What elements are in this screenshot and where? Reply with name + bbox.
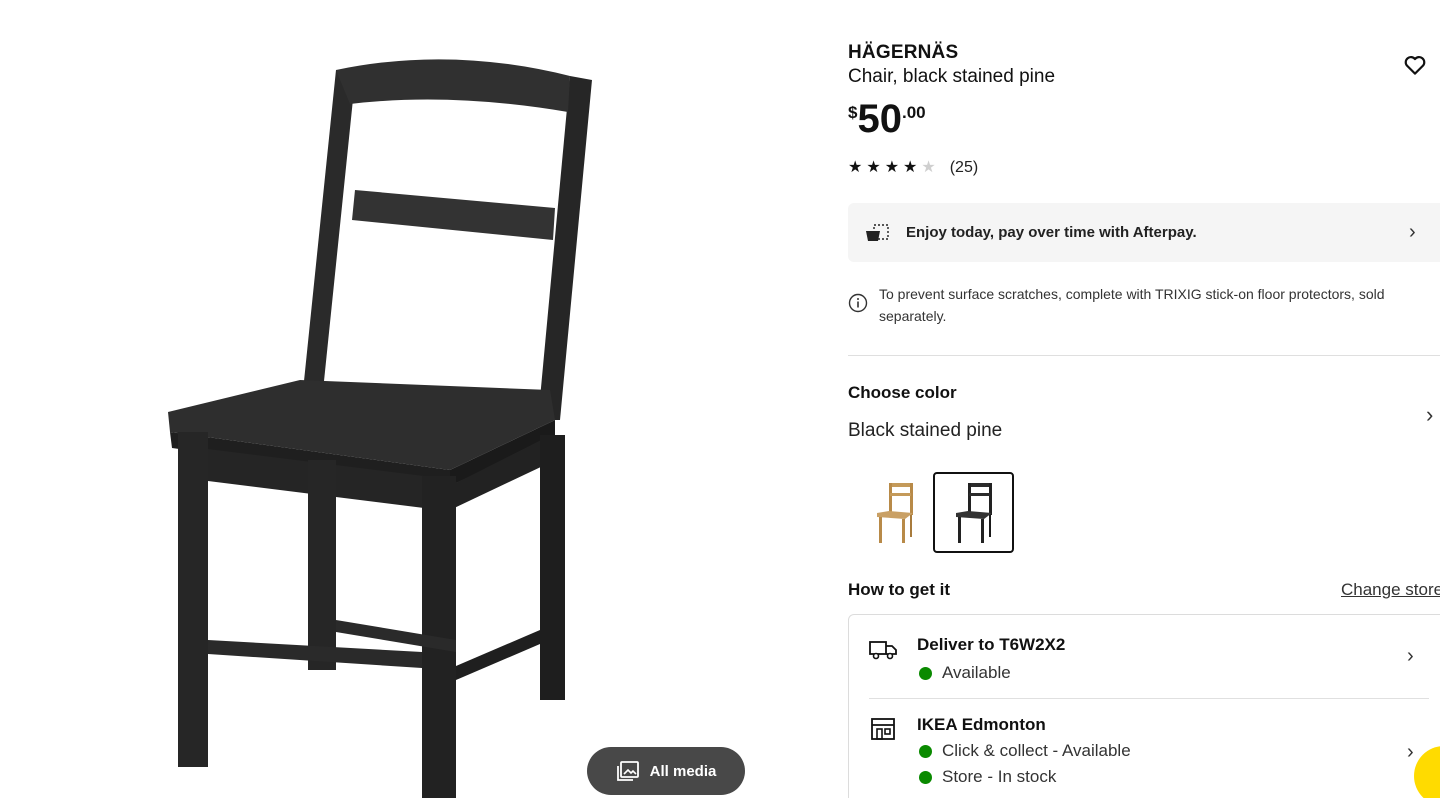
click-collect-text: Click & collect - Available xyxy=(942,741,1131,760)
star-icon: ★ xyxy=(903,159,918,176)
notice-text: To prevent surface scratches, complete w… xyxy=(879,286,1385,324)
image-gallery-icon xyxy=(616,761,639,781)
product-image-chair[interactable] xyxy=(150,40,620,798)
price: $ 50 .00 xyxy=(848,97,926,139)
chair-thumbnail xyxy=(876,482,913,543)
favorite-button[interactable] xyxy=(1402,52,1428,78)
star-icon: ★ xyxy=(866,159,881,176)
afterpay-icon xyxy=(866,223,889,241)
chevron-right-icon[interactable]: › xyxy=(1426,402,1433,428)
store-icon xyxy=(871,718,895,740)
heart-icon xyxy=(1404,56,1426,75)
chair-thumbnail xyxy=(955,482,992,543)
how-to-get-it-title: How to get it xyxy=(848,580,950,599)
afterpay-text: Enjoy today, pay over time with Afterpay… xyxy=(906,224,1197,241)
status-dot xyxy=(919,666,932,680)
color-swatch-pine[interactable] xyxy=(854,472,935,553)
color-swatch-black-stained-pine[interactable] xyxy=(933,472,1014,553)
delivery-status: Available xyxy=(919,663,1011,683)
store-stock-status: Store - In stock xyxy=(919,767,1056,787)
status-dot xyxy=(919,770,932,784)
product-name: HÄGERNÄS xyxy=(848,42,959,63)
product-description: Chair, black stained pine xyxy=(848,66,1056,87)
afterpay-banner[interactable]: Enjoy today, pay over time with Afterpay… xyxy=(848,203,1440,262)
fulfillment-box: Deliver to T6W2X2 Available › IKEA Edmon… xyxy=(848,614,1440,798)
change-store-link[interactable]: Change store xyxy=(1341,580,1440,600)
delivery-status-text: Available xyxy=(942,663,1011,682)
selected-color: Black stained pine xyxy=(848,420,1003,441)
chevron-right-icon: › xyxy=(1409,221,1416,243)
chevron-right-icon: › xyxy=(1407,741,1414,763)
rating[interactable]: ★ ★ ★ ★ ★ (25) xyxy=(848,159,978,177)
info-icon xyxy=(848,293,868,313)
divider xyxy=(869,698,1429,699)
star-icon: ★ xyxy=(848,159,863,176)
click-collect-status: Click & collect - Available xyxy=(919,741,1131,761)
choose-color-title: Choose color xyxy=(848,383,957,402)
all-media-label: All media xyxy=(649,762,717,780)
floor-protector-notice: To prevent surface scratches, complete w… xyxy=(848,283,1440,327)
store-title: IKEA Edmonton xyxy=(917,715,1046,734)
chevron-right-icon: › xyxy=(1407,645,1414,667)
product-media: All media xyxy=(0,0,800,798)
star-icon: ★ xyxy=(884,159,900,176)
truck-icon xyxy=(869,641,897,660)
price-integer: 50 xyxy=(857,97,902,141)
price-currency: $ xyxy=(848,103,858,122)
review-count: (25) xyxy=(949,159,979,176)
delivery-title: Deliver to T6W2X2 xyxy=(917,635,1066,654)
price-decimal: .00 xyxy=(901,103,926,122)
all-media-button[interactable]: All media xyxy=(587,747,745,795)
store-stock-text: Store - In stock xyxy=(942,767,1057,786)
product-info-panel: HÄGERNÄS Chair, black stained pine $ 50 … xyxy=(848,0,1440,798)
divider xyxy=(848,355,1440,356)
status-dot xyxy=(919,744,932,758)
star-half-icon: ★ xyxy=(921,159,936,176)
